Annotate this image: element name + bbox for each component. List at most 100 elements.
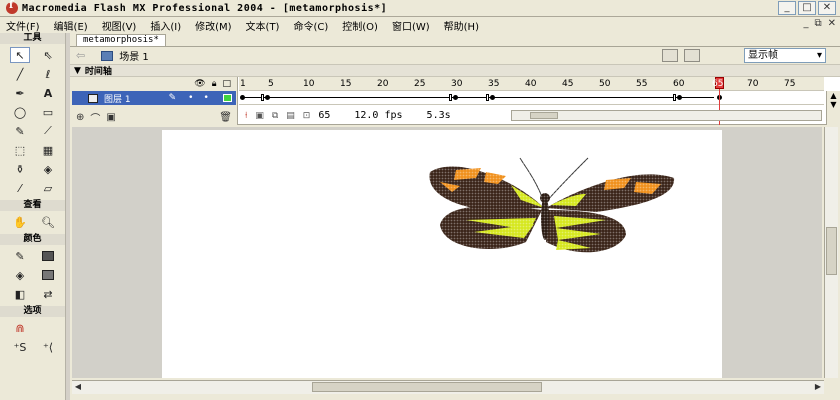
eraser-tool-icon[interactable]: ▱ (38, 180, 58, 196)
ruler-tick: 75 (784, 79, 796, 89)
brush-tool-icon[interactable]: ⟋ (38, 123, 58, 139)
keyframe-marker[interactable] (261, 94, 264, 101)
title-bar: Macromedia Flash MX Professional 2004 - … (0, 0, 840, 17)
timeline-vscroll[interactable]: ▲ ▼ (826, 91, 840, 125)
scroll-left-icon[interactable]: ◀ (72, 381, 84, 393)
timeline-title: 时间轴 (84, 67, 112, 77)
fill-transform-tool-icon[interactable]: ▦ (38, 142, 58, 158)
frame-rate: 12.0 fps (354, 110, 403, 121)
butterfly-graphic[interactable] (426, 150, 676, 270)
default-colors-icon[interactable]: ◧ (10, 286, 30, 302)
subselect-tool-icon[interactable]: ⇖ (38, 47, 58, 63)
fill-color-icon[interactable]: ◈ (10, 267, 30, 283)
edit-symbol-icon[interactable] (684, 49, 700, 62)
text-tool-icon[interactable]: A (38, 85, 58, 101)
layer-outline-color-swatch[interactable] (222, 94, 232, 102)
hscroll-thumb[interactable] (312, 382, 542, 392)
menu-help[interactable]: 帮助(H) (444, 18, 479, 33)
outline-icon[interactable]: □ (222, 79, 231, 89)
stroke-color-icon[interactable]: ✎ (10, 248, 30, 264)
snap-magnet-icon[interactable]: ⋒ (10, 320, 30, 336)
vscroll-thumb[interactable] (826, 227, 837, 275)
add-folder-icon[interactable]: ▣ (106, 112, 115, 123)
tools-header: 工具 (0, 33, 65, 44)
ruler-tick: 45 (562, 79, 574, 89)
free-transform-tool-icon[interactable]: ⬚ (10, 142, 30, 158)
rectangle-tool-icon[interactable]: ▭ (38, 104, 58, 120)
line-tool-icon[interactable]: ╱ (10, 66, 30, 82)
doc-close-button[interactable]: ✕ (828, 18, 836, 29)
menu-window[interactable]: 窗口(W) (392, 18, 430, 33)
menu-insert[interactable]: 插入(I) (150, 18, 181, 33)
close-button[interactable]: ✕ (818, 1, 836, 15)
center-frame-icon[interactable]: ⍿ (245, 111, 247, 121)
collapse-arrow-icon: ▼ (74, 65, 81, 76)
menu-edit[interactable]: 编辑(E) (54, 18, 88, 33)
doc-restore-button[interactable]: ⧉ (814, 18, 821, 29)
keyframe[interactable] (265, 95, 270, 100)
onion-markers-icon[interactable]: ⊡ (303, 111, 311, 121)
keyframe-marker[interactable] (449, 94, 452, 101)
frames-area[interactable]: 1 5 10 15 20 25 30 35 40 45 50 55 60 65 … (239, 77, 824, 125)
minimize-button[interactable]: _ (778, 1, 796, 15)
ruler-tick: 25 (414, 79, 426, 89)
ruler-tick: 5 (268, 79, 274, 89)
add-layer-icon[interactable]: ⊕ (76, 112, 84, 123)
menu-view[interactable]: 视图(V) (102, 18, 137, 33)
scroll-right-icon[interactable]: ▶ (812, 381, 824, 393)
ruler-tick: 65 (712, 79, 724, 89)
document-window-controls: _ ⧉ ✕ (803, 18, 836, 29)
doc-minimize-button[interactable]: _ (803, 18, 808, 29)
onion-skin-icon[interactable]: ▣ (255, 111, 264, 121)
hand-tool-icon[interactable]: ✋ (10, 214, 30, 230)
keyframe[interactable] (453, 95, 458, 100)
stage-vscroll[interactable] (824, 127, 838, 378)
pen-tool-icon[interactable]: ✒ (10, 85, 30, 101)
lock-icon[interactable]: 🔒︎ (212, 79, 217, 89)
ruler-tick: 30 (451, 79, 463, 89)
timeline-header[interactable]: ▼ 时间轴 (70, 65, 840, 77)
keyframe-marker[interactable] (673, 94, 676, 101)
keyframe[interactable] (677, 95, 682, 100)
arrow-tool-icon[interactable]: ↖ (10, 47, 30, 63)
edit-multiple-icon[interactable]: ▤ (286, 111, 295, 121)
menu-file[interactable]: 文件(F) (6, 18, 40, 33)
keyframe-marker[interactable] (486, 94, 489, 101)
delete-layer-icon[interactable]: 🗑︎ (219, 112, 232, 123)
timeline: 👁︎ 🔒︎ □ 图层 1 ✎ •• ⊕ ⌒ ▣ 🗑︎ 1 5 10 15 20 … (70, 77, 840, 125)
onion-outline-icon[interactable]: ⧉ (272, 111, 278, 121)
smooth-icon[interactable]: ⁺S (10, 339, 30, 355)
stage-hscroll[interactable]: ◀ ▶ (72, 380, 824, 394)
maximize-button[interactable]: □ (798, 1, 816, 15)
layer-row[interactable]: 图层 1 ✎ •• (72, 91, 236, 105)
lasso-tool-icon[interactable]: ℓ (38, 66, 58, 82)
keyframe[interactable] (490, 95, 495, 100)
eyedropper-tool-icon[interactable]: ⁄ (10, 180, 30, 196)
layer-page-icon (88, 93, 98, 103)
menu-modify[interactable]: 修改(M) (195, 18, 231, 33)
add-guide-layer-icon[interactable]: ⌒ (90, 110, 100, 125)
timeline-hscroll[interactable] (511, 110, 822, 121)
menu-text[interactable]: 文本(T) (246, 18, 280, 33)
paint-bucket-tool-icon[interactable]: ◈ (38, 161, 58, 177)
edit-scene-icon[interactable] (662, 49, 678, 62)
frame-ruler[interactable]: 1 5 10 15 20 25 30 35 40 45 50 55 60 65 … (239, 77, 824, 91)
oval-tool-icon[interactable]: ◯ (10, 104, 30, 120)
edit-symbol-buttons (662, 49, 700, 62)
scroll-thumb[interactable] (530, 112, 558, 119)
swap-colors-icon[interactable]: ⇄ (38, 286, 58, 302)
layer-frames[interactable] (239, 91, 824, 105)
show-hide-eye-icon[interactable]: 👁︎ (194, 79, 205, 89)
stage[interactable] (162, 130, 722, 378)
zoom-tool-icon[interactable]: 🔍︎ (38, 214, 58, 230)
zoom-select[interactable]: 显示帧 (744, 48, 826, 63)
document-tab[interactable]: metamorphosis* (76, 34, 166, 46)
fill-swatch[interactable] (38, 267, 58, 283)
menu-commands[interactable]: 命令(C) (293, 18, 328, 33)
pencil-tool-icon[interactable]: ✎ (10, 123, 30, 139)
straighten-icon[interactable]: ⁺⟨ (38, 339, 58, 355)
ink-bottle-tool-icon[interactable]: ⚱ (10, 161, 30, 177)
back-arrow-icon[interactable]: ⇦ (76, 49, 85, 62)
stroke-swatch[interactable] (38, 248, 58, 264)
menu-control[interactable]: 控制(O) (342, 18, 378, 33)
